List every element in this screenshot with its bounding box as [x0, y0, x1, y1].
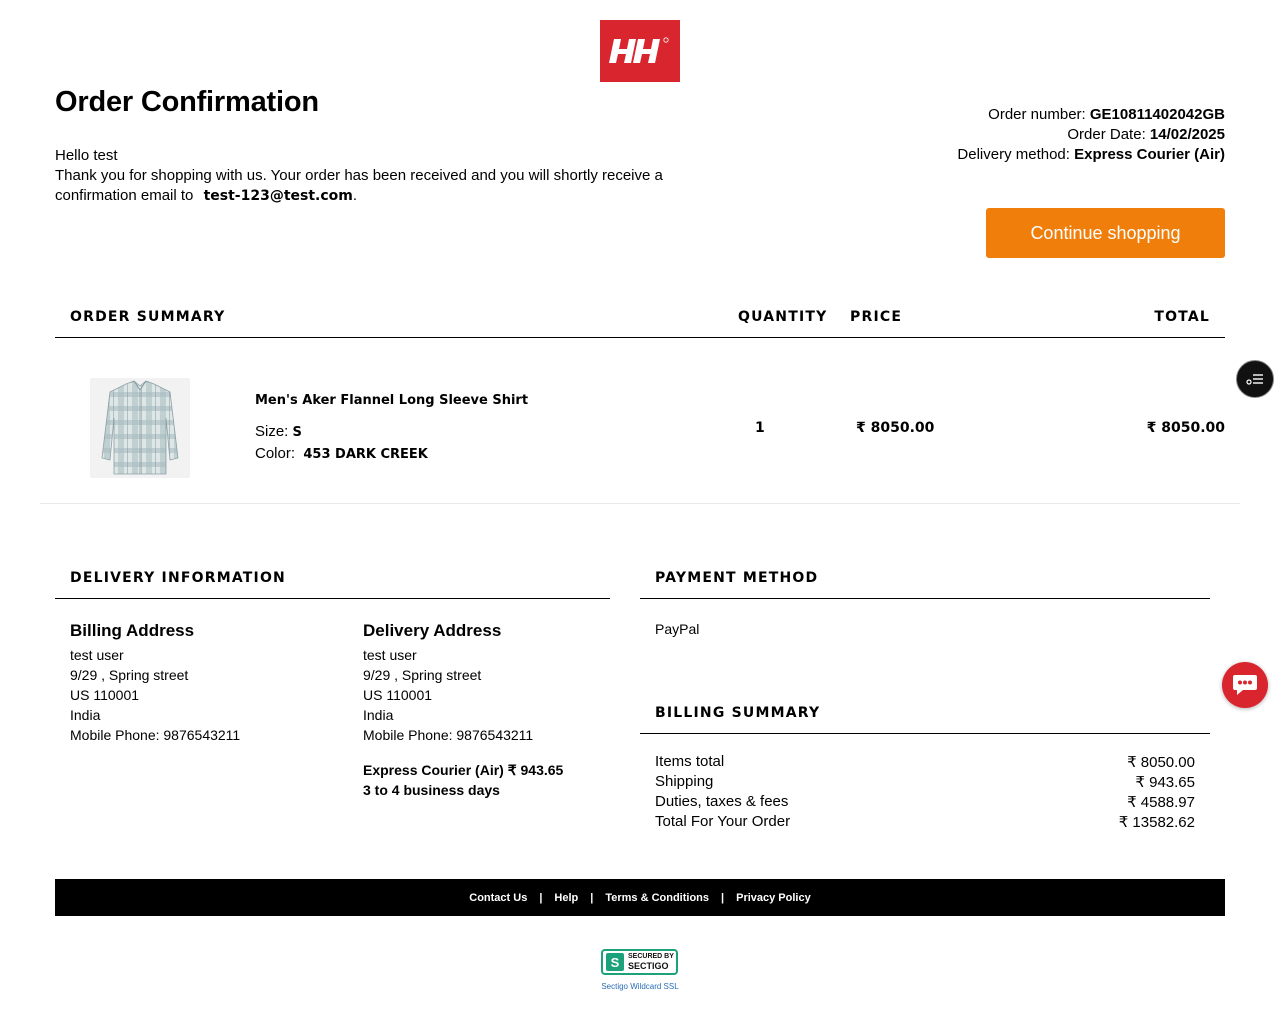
billing-row-value: ₹ 4588.97	[1127, 794, 1195, 811]
delivery-info-divider	[55, 598, 610, 599]
billing-address-lines: test user 9/29 , Spring street US 110001…	[70, 645, 240, 745]
price-header: PRICE	[850, 309, 903, 325]
order-summary-heading: ORDER SUMMARY	[70, 309, 226, 325]
delivery-street: 9/29 , Spring street	[363, 667, 482, 683]
order-number-label: Order number:	[988, 106, 1086, 123]
order-date-label: Order Date:	[1067, 126, 1146, 143]
order-number-row: Order number: GE10811402042GB	[957, 105, 1225, 125]
billing-row-duties: Duties, taxes & fees ₹ 4588.97	[655, 793, 1195, 811]
billing-zip: US 110001	[70, 687, 140, 703]
order-number: GE10811402042GB	[1089, 106, 1225, 123]
billing-row-value: ₹ 8050.00	[1127, 754, 1195, 771]
billing-row-label: Items total	[655, 753, 725, 770]
billing-address: Billing Address test user 9/29 , Spring …	[70, 621, 240, 745]
order-meta: Order number: GE10811402042GB Order Date…	[957, 105, 1225, 165]
greeting: Hello test	[55, 147, 118, 164]
billing-row-items-total: Items total ₹ 8050.00	[655, 753, 1195, 771]
color-value: 453 DARK CREEK	[303, 447, 428, 462]
item-total: ₹ 8050.00	[1146, 420, 1225, 436]
billing-country: India	[70, 707, 101, 723]
customer-email: test-123@test.com	[203, 188, 353, 204]
page-title: Order Confirmation	[55, 86, 319, 118]
sectigo-s-icon: S	[606, 953, 624, 971]
delivery-method-row: Delivery method: Express Courier (Air)	[957, 145, 1225, 165]
hh-logo-icon	[609, 37, 669, 63]
billing-summary-heading: BILLING SUMMARY	[655, 705, 821, 721]
ssl-line1: SECURED BY	[628, 953, 674, 960]
order-date: 14/02/2025	[1149, 126, 1225, 143]
delivery-name: test user	[363, 647, 417, 663]
product-size: Size: S	[255, 423, 302, 440]
brand-logo[interactable]	[600, 20, 680, 82]
footer-link-help[interactable]: Help	[554, 892, 578, 904]
sectigo-ssl-link[interactable]: Sectigo Wildcard SSL	[600, 982, 680, 991]
billing-address-title: Billing Address	[70, 621, 195, 640]
product-color: Color: 453 DARK CREEK	[255, 445, 428, 462]
quantity-header: QUANTITY	[738, 309, 828, 325]
color-label: Color:	[255, 445, 296, 462]
footer-separator: |	[721, 891, 725, 904]
greeting-block: Hello test Thank you for shopping with u…	[55, 146, 695, 206]
footer-link-terms[interactable]: Terms & Conditions	[605, 892, 709, 904]
confirmation-message: Thank you for shopping with us. Your ord…	[55, 166, 695, 206]
delivery-address-lines: test user 9/29 , Spring street US 110001…	[363, 645, 563, 745]
delivery-address: Delivery Address test user 9/29 , Spring…	[363, 621, 563, 800]
order-date-row: Order Date: 14/02/2025	[957, 125, 1225, 145]
footer-link-contact-us[interactable]: Contact Us	[469, 892, 527, 904]
payment-method-heading: PAYMENT METHOD	[655, 570, 819, 586]
continue-shopping-button[interactable]: Continue shopping	[986, 208, 1225, 258]
billing-street: 9/29 , Spring street	[70, 667, 189, 683]
checklist-icon[interactable]	[1236, 360, 1274, 398]
delivery-info-heading: DELIVERY INFORMATION	[70, 570, 286, 586]
product-row-divider	[40, 503, 1240, 504]
delivery-address-title: Delivery Address	[363, 621, 502, 640]
billing-row-label: Duties, taxes & fees	[655, 793, 789, 810]
delivery-eta: 3 to 4 business days	[363, 782, 500, 798]
item-quantity: 1	[755, 420, 765, 436]
size-value: S	[292, 425, 302, 440]
shirt-icon	[101, 380, 179, 475]
delivery-zip: US 110001	[363, 687, 433, 703]
total-header: TOTAL	[1154, 309, 1210, 325]
billing-summary-divider	[640, 733, 1210, 734]
sectigo-badge-text: SECURED BY SECTIGO	[628, 953, 674, 971]
product-image[interactable]	[90, 378, 190, 478]
billing-name: test user	[70, 647, 124, 663]
product-name[interactable]: Men's Aker Flannel Long Sleeve Shirt	[255, 393, 528, 408]
billing-row-value: ₹ 13582.62	[1118, 814, 1195, 831]
payment-method-divider	[640, 598, 1210, 599]
chat-bubble-icon[interactable]	[1222, 662, 1268, 708]
footer-separator: |	[590, 891, 594, 904]
footer-link-privacy[interactable]: Privacy Policy	[736, 892, 811, 904]
table-header-divider	[55, 337, 1225, 338]
billing-row-label: Shipping	[655, 773, 714, 790]
billing-phone: Mobile Phone: 9876543211	[70, 727, 241, 743]
item-price: ₹ 8050.00	[856, 420, 935, 436]
delivery-method: Express Courier (Air)	[1074, 146, 1225, 163]
footer-separator: |	[539, 891, 543, 904]
email-suffix: .	[352, 187, 358, 204]
billing-row-value: ₹ 943.65	[1135, 774, 1195, 791]
payment-method-value: PayPal	[655, 621, 700, 637]
ssl-line2: SECTIGO	[628, 961, 669, 971]
delivery-country: India	[363, 707, 394, 723]
size-label: Size:	[255, 423, 289, 440]
delivery-method-label: Delivery method:	[957, 146, 1070, 163]
billing-row-label: Total For Your Order	[655, 813, 791, 830]
shipping-courier: Express Courier (Air) ₹ 943.65 3 to 4 bu…	[363, 760, 563, 800]
billing-row-shipping: Shipping ₹ 943.65	[655, 773, 1195, 791]
courier-line: Express Courier (Air) ₹ 943.65	[363, 762, 564, 778]
delivery-phone: Mobile Phone: 9876543211	[363, 727, 534, 743]
sectigo-ssl-badge[interactable]: S SECURED BY SECTIGO	[601, 949, 678, 975]
confirmation-text: Thank you for shopping with us. Your ord…	[55, 167, 663, 204]
billing-row-order-total: Total For Your Order ₹ 13582.62	[655, 813, 1195, 831]
footer-bar: Contact Us | Help | Terms & Conditions |…	[55, 879, 1225, 916]
